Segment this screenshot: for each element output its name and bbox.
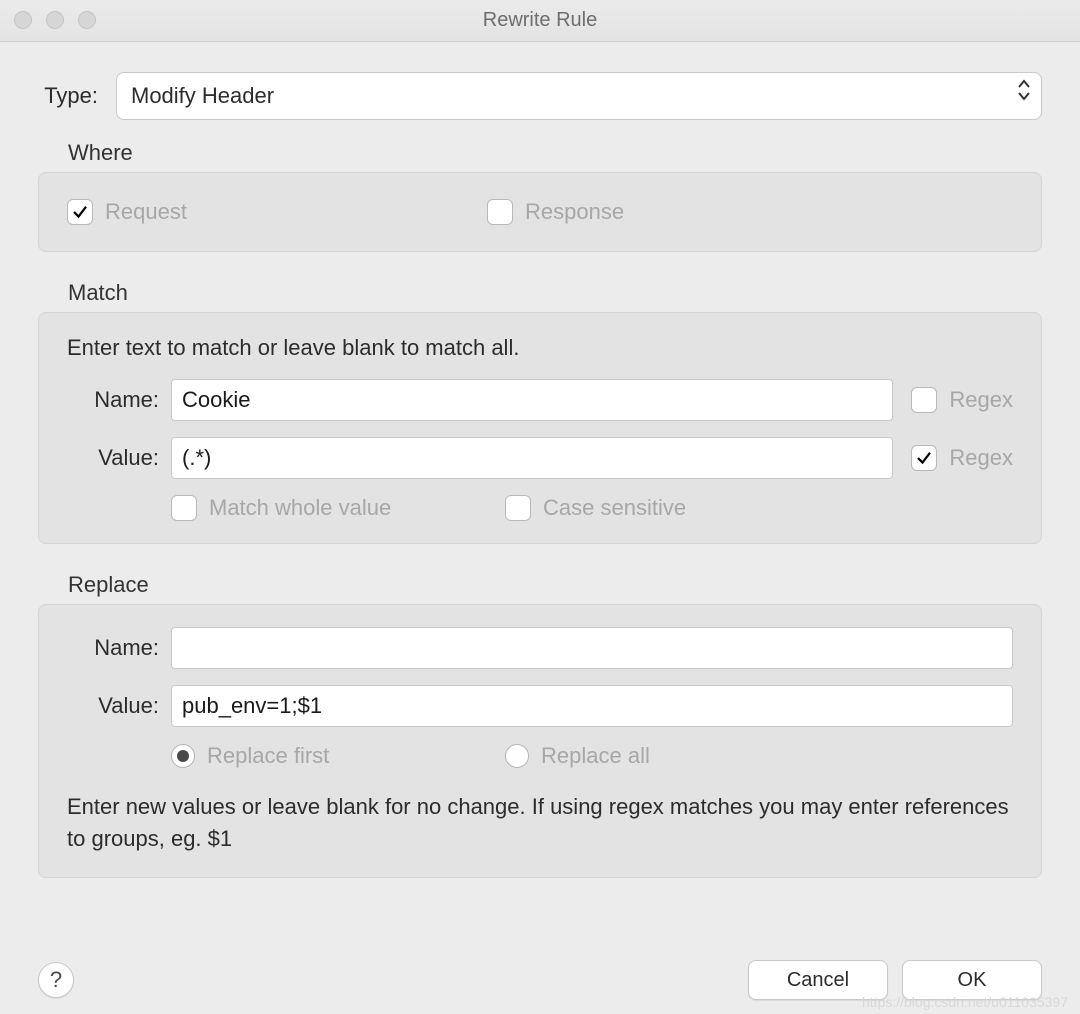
match-value-value: (.*) bbox=[182, 445, 211, 471]
replace-value-value: pub_env=1;$1 bbox=[182, 693, 322, 719]
replace-value-label: Value: bbox=[67, 693, 159, 719]
replace-first-radio[interactable] bbox=[171, 744, 195, 768]
request-checkbox[interactable] bbox=[67, 199, 93, 225]
ok-button-label: OK bbox=[958, 969, 987, 992]
minimize-icon[interactable] bbox=[46, 11, 64, 29]
where-section-label: Where bbox=[68, 140, 1042, 166]
match-name-regex-checkbox[interactable] bbox=[911, 387, 937, 413]
case-sensitive-checkbox[interactable] bbox=[505, 495, 531, 521]
match-name-input[interactable]: Cookie bbox=[171, 379, 893, 421]
help-icon: ? bbox=[50, 967, 62, 993]
watermark: https://blog.csdn.net/u011035397 bbox=[862, 994, 1068, 1010]
type-row: Type: Modify Header bbox=[38, 72, 1042, 120]
replace-instruction: Enter new values or leave blank for no c… bbox=[67, 791, 1013, 855]
help-button[interactable]: ? bbox=[38, 962, 74, 998]
replace-name-input[interactable] bbox=[171, 627, 1013, 669]
response-checkbox-label: Response bbox=[525, 199, 624, 225]
match-section-label: Match bbox=[68, 280, 1042, 306]
zoom-icon[interactable] bbox=[78, 11, 96, 29]
type-select[interactable]: Modify Header bbox=[116, 72, 1042, 120]
replace-section-label: Replace bbox=[68, 572, 1042, 598]
match-value-regex-label: Regex bbox=[949, 445, 1013, 471]
type-select-value: Modify Header bbox=[131, 83, 274, 109]
match-whole-checkbox[interactable] bbox=[171, 495, 197, 521]
match-value-input[interactable]: (.*) bbox=[171, 437, 893, 479]
window-controls bbox=[14, 11, 96, 29]
where-group: Request Response bbox=[38, 172, 1042, 252]
titlebar: Rewrite Rule bbox=[0, 0, 1080, 42]
response-checkbox[interactable] bbox=[487, 199, 513, 225]
request-checkbox-label: Request bbox=[105, 199, 187, 225]
type-label: Type: bbox=[38, 83, 98, 109]
match-instruction: Enter text to match or leave blank to ma… bbox=[67, 335, 1013, 361]
replace-name-label: Name: bbox=[67, 635, 159, 661]
replace-group: Name: Value: pub_env=1;$1 Replace first … bbox=[38, 604, 1042, 878]
window-title: Rewrite Rule bbox=[483, 9, 597, 32]
match-name-label: Name: bbox=[67, 387, 159, 413]
match-whole-label: Match whole value bbox=[209, 495, 391, 521]
replace-all-radio[interactable] bbox=[505, 744, 529, 768]
match-value-label: Value: bbox=[67, 445, 159, 471]
close-icon[interactable] bbox=[14, 11, 32, 29]
replace-all-label: Replace all bbox=[541, 743, 650, 769]
replace-value-input[interactable]: pub_env=1;$1 bbox=[171, 685, 1013, 727]
match-group: Enter text to match or leave blank to ma… bbox=[38, 312, 1042, 544]
replace-first-label: Replace first bbox=[207, 743, 329, 769]
match-name-value: Cookie bbox=[182, 387, 250, 413]
match-name-regex-label: Regex bbox=[949, 387, 1013, 413]
match-value-regex-checkbox[interactable] bbox=[911, 445, 937, 471]
dialog-content: Type: Modify Header Where Request Respon bbox=[0, 42, 1080, 878]
cancel-button-label: Cancel bbox=[787, 969, 849, 992]
case-sensitive-label: Case sensitive bbox=[543, 495, 686, 521]
select-stepper-icon bbox=[1017, 79, 1031, 101]
